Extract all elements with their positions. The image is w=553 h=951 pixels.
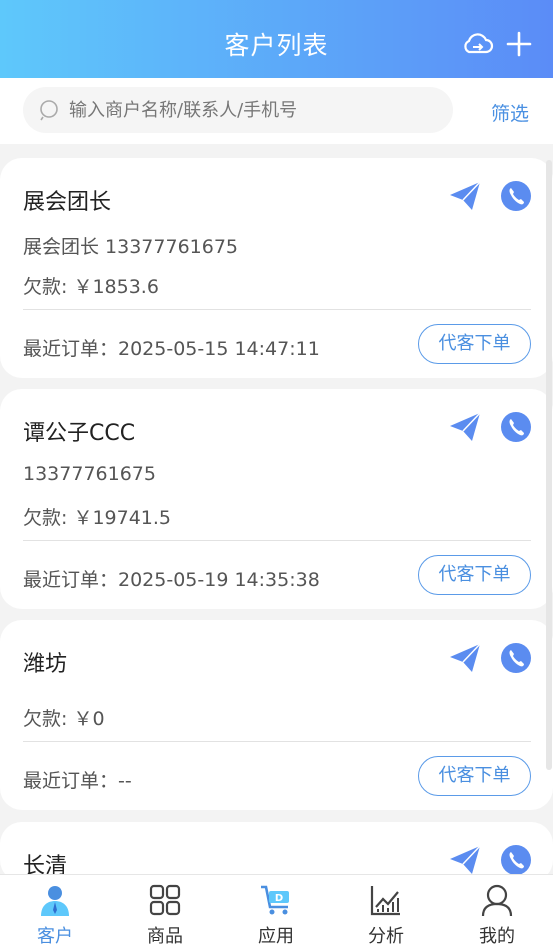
user-icon: [481, 884, 513, 917]
proxy-order-button[interactable]: 代客下单: [418, 756, 531, 796]
tab-label: 我的: [479, 926, 515, 947]
chart-icon: [370, 886, 400, 916]
customer-card[interactable]: 展会团长 展会团长 13377761675 欠款: ￥1853.6 最近订单：2…: [0, 158, 553, 378]
divider: [23, 741, 531, 742]
tab-profile[interactable]: 我的: [442, 875, 552, 951]
last-order: 最近订单：2025-05-15 14:47:11: [23, 338, 320, 360]
tab-label: 应用: [258, 926, 294, 947]
customer-card[interactable]: 长清: [0, 822, 553, 882]
send-message-icon[interactable]: [448, 642, 482, 674]
scrollbar[interactable]: [546, 160, 552, 770]
divider: [23, 309, 531, 310]
phone-call-icon[interactable]: [500, 844, 532, 876]
tab-apps[interactable]: D 应用: [221, 875, 331, 951]
customer-name: 谭公子CCC: [23, 421, 136, 446]
tab-customers[interactable]: 客户: [0, 875, 110, 951]
send-message-icon[interactable]: [448, 180, 482, 212]
customer-debt: 欠款: ￥19741.5: [23, 507, 172, 529]
proxy-order-button[interactable]: 代客下单: [418, 555, 531, 595]
customer-debt: 欠款: ￥0: [23, 708, 105, 730]
search-icon: [40, 100, 58, 121]
customer-card[interactable]: 谭公子CCC 13377761675 欠款: ￥19741.5 最近订单：202…: [0, 389, 553, 609]
search-input[interactable]: [69, 87, 439, 133]
tab-label: 商品: [147, 926, 183, 947]
svg-text:D: D: [275, 893, 283, 904]
search-bar: 筛选: [0, 78, 553, 144]
phone-call-icon[interactable]: [500, 180, 532, 212]
customer-debt: 欠款: ￥1853.6: [23, 276, 159, 298]
send-message-icon[interactable]: [448, 411, 482, 443]
customer-card[interactable]: 潍坊 欠款: ￥0 最近订单：-- 代客下单: [0, 620, 553, 810]
last-order: 最近订单：2025-05-19 14:35:38: [23, 569, 320, 591]
bottom-tab-bar: 客户 商品 D 应用 分析 我的: [0, 874, 553, 951]
customer-contact: 展会团长 13377761675: [23, 236, 239, 258]
filter-button[interactable]: 筛选: [491, 99, 529, 126]
add-icon[interactable]: [505, 30, 533, 58]
phone-call-icon[interactable]: [500, 642, 532, 674]
customer-name: 潍坊: [23, 652, 68, 677]
cart-icon: D: [261, 885, 289, 915]
cloud-sync-icon[interactable]: [460, 30, 494, 58]
header: 客户列表: [0, 0, 553, 78]
grid-icon: [149, 884, 181, 916]
search-box: [23, 87, 453, 133]
customer-contact: 13377761675: [23, 463, 156, 485]
phone-call-icon[interactable]: [500, 411, 532, 443]
customer-name: 展会团长: [23, 190, 112, 215]
last-order: 最近订单：--: [23, 770, 132, 792]
tab-label: 分析: [368, 926, 404, 947]
proxy-order-button[interactable]: 代客下单: [418, 324, 531, 364]
tab-label: 客户: [37, 926, 73, 947]
divider: [23, 540, 531, 541]
tab-products[interactable]: 商品: [110, 875, 220, 951]
tab-analysis[interactable]: 分析: [331, 875, 441, 951]
send-message-icon[interactable]: [448, 844, 482, 876]
customer-icon: [41, 886, 69, 916]
